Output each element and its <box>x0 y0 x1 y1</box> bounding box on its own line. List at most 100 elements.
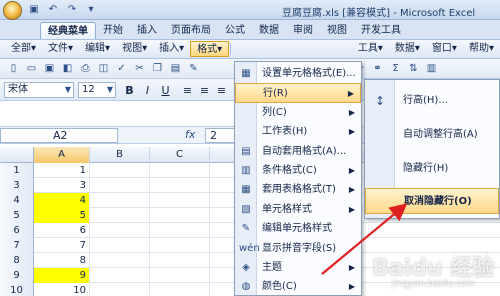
undo-icon[interactable]: ↶ <box>46 3 60 17</box>
format-menu-item[interactable]: ◈ 主题 ▶ <box>235 258 361 278</box>
align-center-icon[interactable]: ≡ <box>197 83 212 98</box>
format-menu-item[interactable]: ▥ 条件格式(C) ▶ <box>235 161 361 181</box>
cell-a[interactable]: 9 <box>34 268 90 283</box>
cell-c[interactable] <box>150 193 210 208</box>
bold-button[interactable]: B <box>122 83 137 98</box>
format-menu-item[interactable]: ▤ 自动套用格式(A)... <box>235 142 361 162</box>
cell-c[interactable] <box>150 283 210 296</box>
row-header[interactable]: 1 <box>0 163 34 178</box>
cell-c[interactable] <box>150 163 210 178</box>
paste-icon[interactable]: ▤ <box>168 61 183 76</box>
cell-a[interactable]: 6 <box>34 223 90 238</box>
menu-file[interactable]: 文件▾ <box>42 41 79 57</box>
menu-help[interactable]: 帮助▾ <box>463 41 500 57</box>
tab-view[interactable]: 视图 <box>320 22 354 39</box>
format-painter-icon[interactable]: ✎ <box>186 61 201 76</box>
format-menu-item[interactable]: ▧ 单元格样式 ▶ <box>235 200 361 220</box>
cell-b[interactable] <box>90 208 150 223</box>
insert-function-icon[interactable]: fx <box>185 128 195 141</box>
save-icon[interactable]: ▣ <box>27 3 41 17</box>
office-button[interactable] <box>3 1 22 20</box>
italic-button[interactable]: I <box>140 83 155 98</box>
row-header[interactable]: 9 <box>0 268 34 283</box>
cell-b[interactable] <box>90 163 150 178</box>
menu-edit[interactable]: 编辑▾ <box>79 41 116 57</box>
cell-a[interactable]: 3 <box>34 178 90 193</box>
customize-qat-icon[interactable]: ▾ <box>84 3 98 17</box>
align-left-icon[interactable]: ≡ <box>180 83 195 98</box>
menu-format[interactable]: 格式▾ <box>190 41 230 57</box>
new-icon[interactable]: ▯ <box>6 61 21 76</box>
sum-icon[interactable]: Σ <box>388 61 403 76</box>
underline-button[interactable]: U <box>158 83 173 98</box>
format-menu-item[interactable]: ▦ 设置单元格格式(E)... <box>235 64 361 84</box>
cell-b[interactable] <box>90 178 150 193</box>
cell-b[interactable] <box>90 268 150 283</box>
save-icon[interactable]: ▣ <box>42 61 57 76</box>
font-size-select[interactable]: 12 ▼ <box>78 82 116 98</box>
cell-c[interactable] <box>150 268 210 283</box>
cell-c[interactable] <box>150 178 210 193</box>
spelling-icon[interactable]: ✓ <box>114 61 129 76</box>
column-header-a[interactable]: A <box>34 147 90 163</box>
cell-b[interactable] <box>90 238 150 253</box>
row-header[interactable]: 6 <box>0 223 34 238</box>
row-submenu-item[interactable]: 取消隐藏行(O) <box>365 188 499 214</box>
cut-icon[interactable]: ✂ <box>132 61 147 76</box>
row-header[interactable]: 3 <box>0 178 34 193</box>
menu-all[interactable]: 全部▾ <box>5 41 42 57</box>
tab-classic-menu[interactable]: 经典菜单 <box>40 22 96 39</box>
sort-icon[interactable]: ⇅ <box>406 61 421 76</box>
cell-c[interactable] <box>150 238 210 253</box>
column-header-b[interactable]: B <box>90 147 150 163</box>
cell-b[interactable] <box>90 193 150 208</box>
hyperlink-icon[interactable]: ⚭ <box>370 61 385 76</box>
row-submenu-item[interactable]: ↕ 行高(H)... <box>365 88 499 114</box>
column-header-c[interactable]: C <box>150 147 210 163</box>
menu-view[interactable]: 视图▾ <box>116 41 153 57</box>
font-name-select[interactable]: 宋体 ▼ <box>4 82 74 98</box>
cell-c[interactable] <box>150 253 210 268</box>
cell-a[interactable]: 8 <box>34 253 90 268</box>
cell-a[interactable]: 4 <box>34 193 90 208</box>
redo-icon[interactable]: ↷ <box>65 3 79 17</box>
print-icon[interactable]: ⎙ <box>78 61 93 76</box>
select-all-corner[interactable] <box>0 147 34 163</box>
permission-icon[interactable]: ◧ <box>60 61 75 76</box>
cell-b[interactable] <box>90 283 150 296</box>
cell-c[interactable] <box>150 223 210 238</box>
menu-data[interactable]: 数据▾ <box>389 41 426 57</box>
row-submenu-item[interactable]: 隐藏行(H) <box>365 156 499 182</box>
cell-c[interactable] <box>150 208 210 223</box>
print-preview-icon[interactable]: ◫ <box>96 61 111 76</box>
tab-page-layout[interactable]: 页面布局 <box>164 22 218 39</box>
menu-tools[interactable]: 工具▾ <box>352 41 389 57</box>
name-box[interactable]: A2 <box>0 128 118 143</box>
format-menu-item[interactable]: ▦ 套用表格格式(T) ▶ <box>235 180 361 200</box>
tab-data[interactable]: 数据 <box>252 22 286 39</box>
cell-a[interactable]: 7 <box>34 238 90 253</box>
cell-a[interactable]: 1 <box>34 163 90 178</box>
cell-b[interactable] <box>90 253 150 268</box>
row-header[interactable]: 5 <box>0 208 34 223</box>
format-menu-item[interactable]: 工作表(H) ▶ <box>235 122 361 142</box>
copy-icon[interactable]: ❐ <box>150 61 165 76</box>
menu-insert[interactable]: 插入▾ <box>153 41 190 57</box>
open-icon[interactable]: ▭ <box>24 61 39 76</box>
tab-formulas[interactable]: 公式 <box>218 22 252 39</box>
tab-developer[interactable]: 开发工具 <box>354 22 408 39</box>
row-header[interactable]: 4 <box>0 193 34 208</box>
format-menu-item[interactable]: wén 显示拼音字段(S) <box>235 239 361 259</box>
cell-b[interactable] <box>90 223 150 238</box>
tab-review[interactable]: 审阅 <box>286 22 320 39</box>
tab-home[interactable]: 开始 <box>96 22 130 39</box>
chart-icon[interactable]: ▥ <box>424 61 439 76</box>
row-header[interactable]: 10 <box>0 283 34 296</box>
cell-a[interactable]: 5 <box>34 208 90 223</box>
row-header[interactable]: 8 <box>0 253 34 268</box>
tab-insert[interactable]: 插入 <box>130 22 164 39</box>
row-header[interactable]: 7 <box>0 238 34 253</box>
align-right-icon[interactable]: ≡ <box>214 83 229 98</box>
format-menu-item[interactable]: ◍ 颜色(C) ▶ <box>235 277 361 296</box>
format-menu-item[interactable]: 行(R) ▶ <box>235 83 361 104</box>
